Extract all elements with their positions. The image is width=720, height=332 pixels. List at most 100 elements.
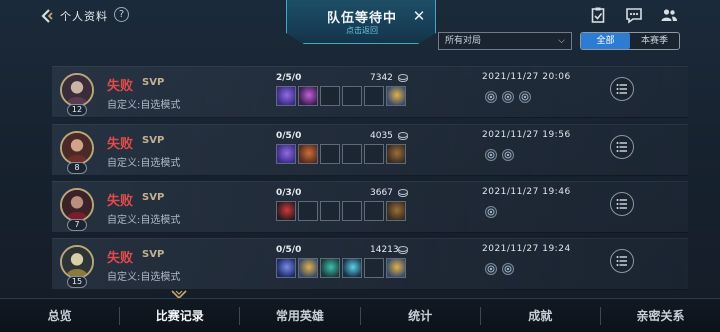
hero-level-badge: 12 <box>67 104 87 116</box>
match-mode: 自定义:自选模式 <box>107 272 181 283</box>
item-brown-icon <box>386 201 406 221</box>
achievement-badges <box>485 206 497 218</box>
empty-item-slot <box>298 201 318 221</box>
match-date: 2021/11/27 19:56 <box>482 130 571 140</box>
back-icon[interactable] <box>38 7 56 25</box>
list-icon <box>616 256 627 266</box>
svp-label: SVP <box>142 135 165 146</box>
empty-item-slot <box>364 258 384 278</box>
gold-coin-icon <box>398 189 408 197</box>
match-mode: 自定义:自选模式 <box>107 215 181 226</box>
kda-score: 2/5/0 <box>276 73 302 83</box>
medal-icon <box>519 91 531 103</box>
chevron-down-icon: ⌵ <box>558 36 565 46</box>
medal-icon <box>485 149 497 161</box>
gold-coin-icon <box>398 74 408 82</box>
empty-item-slot <box>320 201 340 221</box>
list-icon <box>616 142 627 152</box>
gold-coin-icon <box>398 132 408 140</box>
hero-avatar <box>60 73 94 107</box>
gold-amount: 14213 <box>370 245 399 255</box>
empty-item-slot <box>342 144 362 164</box>
gold-amount: 4035 <box>370 131 393 141</box>
match-row[interactable]: 12 失败 SVP 自定义:自选模式 2/5/0 7342 2021/11/27… <box>52 66 688 118</box>
medal-icon <box>502 263 514 275</box>
help-icon[interactable]: ? <box>114 7 129 22</box>
svp-label: SVP <box>142 249 165 260</box>
item-blue-icon <box>276 258 296 278</box>
tab-common-heroes[interactable]: 常用英雄 <box>240 299 359 332</box>
achievement-badges <box>485 91 531 103</box>
svp-label: SVP <box>142 192 165 203</box>
match-row[interactable]: 8 失败 SVP 自定义:自选模式 0/5/0 4035 2021/11/27 … <box>52 124 688 176</box>
medal-icon <box>485 206 497 218</box>
item-slots <box>276 86 406 106</box>
match-row[interactable]: 7 失败 SVP 自定义:自选模式 0/3/0 3667 2021/11/27 … <box>52 181 688 233</box>
item-brown-icon <box>386 144 406 164</box>
tab-relationships[interactable]: 亲密关系 <box>601 299 720 332</box>
hero-avatar <box>60 188 94 222</box>
match-detail-button[interactable] <box>610 135 634 159</box>
empty-item-slot <box>320 144 340 164</box>
season-toggle[interactable]: 全部 本赛季 <box>580 32 680 50</box>
item-gold-icon <box>386 86 406 106</box>
item-cyan-icon <box>342 258 362 278</box>
item-red-icon <box>276 201 296 221</box>
click-return-link[interactable]: 点击返回 <box>287 25 436 36</box>
tab-achievements[interactable]: 成就 <box>481 299 600 332</box>
match-detail-button[interactable] <box>610 77 634 101</box>
kda-score: 0/5/0 <box>276 245 302 255</box>
item-gold-icon <box>386 258 406 278</box>
achievement-badges <box>485 149 514 161</box>
chat-icon[interactable] <box>625 6 643 24</box>
medal-icon <box>485 91 497 103</box>
empty-item-slot <box>364 86 384 106</box>
match-mode: 自定义:自选模式 <box>107 100 181 111</box>
tab-this-season[interactable]: 本赛季 <box>630 33 679 49</box>
close-icon[interactable]: ✕ <box>411 8 427 24</box>
hero-avatar <box>60 245 94 279</box>
kda-score: 0/5/0 <box>276 131 302 141</box>
empty-item-slot <box>320 86 340 106</box>
list-icon <box>616 84 627 94</box>
bottom-nav: 总览 比赛记录 常用英雄 统计 成就 亲密关系 <box>0 298 720 332</box>
empty-item-slot <box>342 201 362 221</box>
match-type-value: 所有对局 <box>445 36 482 46</box>
match-row[interactable]: 15 失败 SVP 自定义:自选模式 0/5/0 14213 2021/11/2… <box>52 238 688 290</box>
match-mode: 自定义:自选模式 <box>107 158 181 169</box>
friends-icon[interactable] <box>660 6 678 24</box>
item-slots <box>276 258 406 278</box>
item-slots <box>276 144 406 164</box>
hero-avatar <box>60 131 94 165</box>
item-gold-icon <box>298 258 318 278</box>
tab-statistics[interactable]: 统计 <box>361 299 480 332</box>
item-purple-icon <box>276 86 296 106</box>
svp-label: SVP <box>142 77 165 88</box>
match-detail-button[interactable] <box>610 192 634 216</box>
tab-overview[interactable]: 总览 <box>0 299 119 332</box>
top-bar: 个人资料 ? 队伍等待中 点击返回 ✕ <box>0 0 720 44</box>
medal-icon <box>485 263 497 275</box>
empty-item-slot <box>342 86 362 106</box>
kda-score: 0/3/0 <box>276 188 302 198</box>
gold-amount: 3667 <box>370 188 393 198</box>
gold-coin-icon <box>398 246 408 254</box>
empty-item-slot <box>364 201 384 221</box>
achievement-badges <box>485 263 514 275</box>
item-purple-icon <box>276 144 296 164</box>
match-date: 2021/11/27 19:46 <box>482 187 571 197</box>
item-slots <box>276 201 406 221</box>
hero-level-badge: 8 <box>67 162 87 174</box>
match-result: 失败 <box>107 194 134 209</box>
tab-all[interactable]: 全部 <box>581 33 630 49</box>
match-type-select[interactable]: 所有对局 ⌵ <box>438 32 572 50</box>
match-detail-button[interactable] <box>610 249 634 273</box>
hero-level-badge: 7 <box>67 219 87 231</box>
match-result: 失败 <box>107 251 134 266</box>
medal-icon <box>502 149 514 161</box>
task-clipboard-icon[interactable] <box>589 6 607 24</box>
item-violet-icon <box>298 86 318 106</box>
tab-match-history[interactable]: 比赛记录 <box>120 299 239 332</box>
match-result: 失败 <box>107 137 134 152</box>
match-date: 2021/11/27 19:24 <box>482 244 571 254</box>
